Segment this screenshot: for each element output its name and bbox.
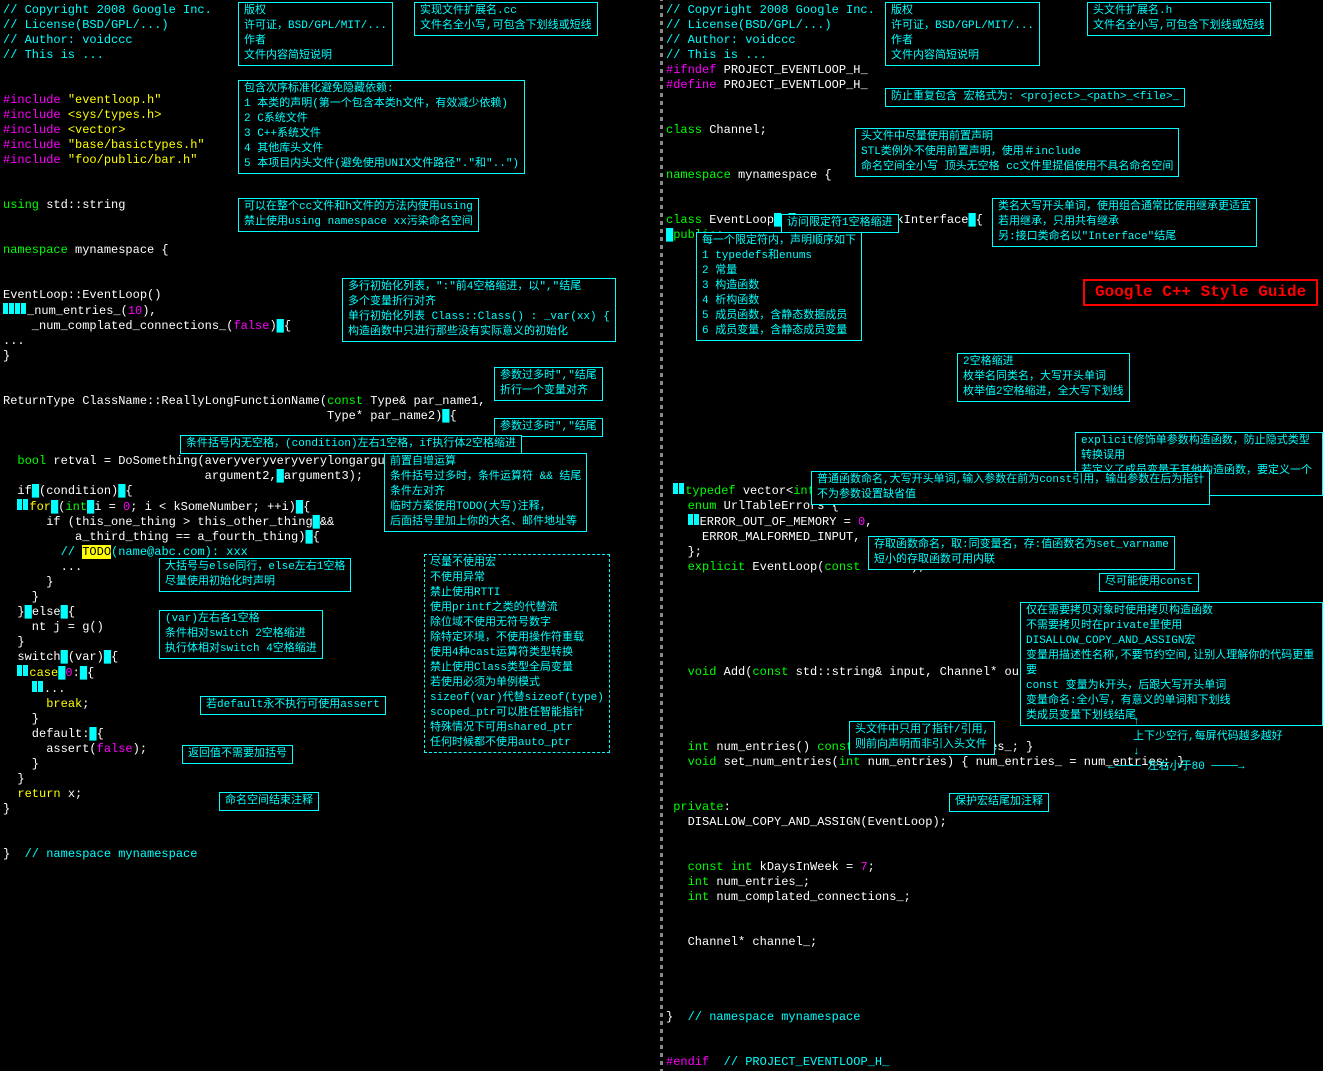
note-ifcond: 条件括号内无空格，(condition)左右1空格，if执行体2空格缩进 [180, 435, 522, 454]
rnote-order: 每一个限定符内，声明顺序如下 1 typedefs和enums 2 常量 3 构… [696, 232, 862, 341]
rnote-fwdptr: 头文件中只用了指针/引用, 则前向声明而非引入头文件 [849, 721, 995, 755]
note-include-order: 包含次序标准化避免隐藏依赖: 1 本类的声明(第一个包含本类h文件，有效减少依赖… [238, 80, 525, 174]
diagram-title: Google C++ Style Guide [1083, 279, 1318, 306]
note-using: 可以在整个cc文件和h文件的方法内使用using 禁止使用using names… [238, 198, 479, 232]
rnote-guard: 防止重复包含 宏格式为: <project>_<path>_<file>_ [885, 88, 1185, 107]
note-ns-end: 命名空间结束注释 [219, 792, 319, 811]
note-else: 大括号与else同行，else左右1空格 尽量使用初始化时声明 [159, 558, 351, 592]
rnote-const: 尽可能使用const [1099, 573, 1199, 592]
rnote-access: 访问限定符1空格缩进 [781, 214, 899, 233]
note-params: 参数过多时","结尾 折行一个变量对齐 [494, 367, 603, 401]
note-cc-ext: 实现文件扩展名.cc 文件名全小写,可包含下划线或短线 [414, 2, 598, 36]
right-pane: // Copyright 2008 Google Inc. // License… [663, 0, 1323, 1071]
note-for: 前置自增运算 条件括号过多时，条件运算符 && 结尾 条件左对齐 临时方案使用T… [384, 453, 587, 532]
rnote-funcname: 普通函数命名,大写开头单词,输入参数在前为const引用，输出参数在后为指针 不… [811, 471, 1210, 505]
rnote-private: 仅在需要拷贝对象时使用拷贝构造函数 不需要拷贝时在private里使用DISAL… [1020, 602, 1323, 726]
note-switch: (var)左右各1空格 条件相对switch 2空格缩进 执行体相对switch… [159, 610, 323, 659]
note-initlist: 多行初始化列表，":"前4空格缩进，以","结尾 多个变量折行对齐 单行初始化列… [342, 278, 616, 342]
rnote-copyright: 版权 许可证，BSD/GPL/MIT/... 作者 文件内容简短说明 [885, 2, 1040, 66]
rnote-accessor: 存取函数命名，取:同变量名，存:值函数名为set_varname 短小的存取函数… [868, 536, 1175, 570]
rnote-classname: 类名大写开头单词，使用组合通常比使用继承更适宜 若用继承，只用共有继承 另:接口… [992, 198, 1257, 247]
rnote-vspace: ↑上下少空行,每屏代码越多越好↓ [1133, 715, 1283, 760]
rnote-typedef: 2空格缩进 枚举名同类名，大写开头单词 枚举值2空格缩进，全大写下划线 [957, 353, 1130, 402]
rnote-endif: 保护宏结尾加注释 [949, 793, 1049, 812]
note-copyright: 版权 许可证，BSD/GPL/MIT/... 作者 文件内容简短说明 [238, 2, 393, 66]
note-default: 若default永不执行可使用assert [200, 696, 386, 715]
rnote-hspace: ←──── 左右小于80 ────→ [1108, 760, 1244, 775]
note-forbidden: 尽量不使用宏 不使用异常 禁止使用RTTI 使用printf之类的代替流 除位域… [424, 554, 610, 753]
rnote-forward: 头文件中尽量使用前置声明 STL类例外不使用前置声明，使用＃include 命名… [855, 128, 1179, 177]
rnote-h-ext: 头文件扩展名.h 文件名全小写,可包含下划线或短线 [1087, 2, 1271, 36]
left-pane: // Copyright 2008 Google Inc. // License… [0, 0, 660, 1071]
note-return: 返回值不需要加括号 [182, 745, 293, 764]
